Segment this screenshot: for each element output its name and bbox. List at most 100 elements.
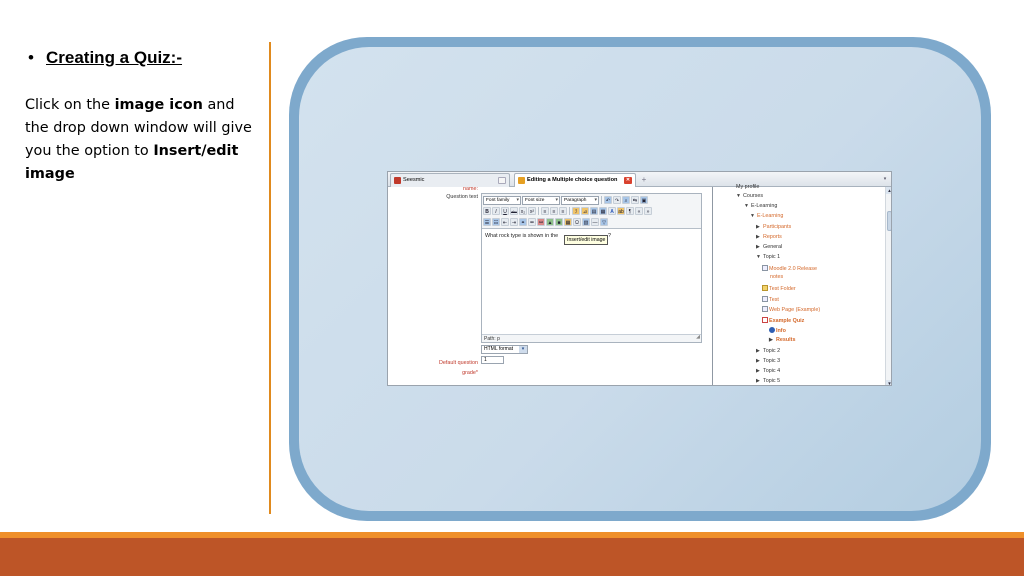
expanded-arrow-icon: ▼ — [736, 193, 741, 199]
blockquote-button[interactable]: » — [644, 207, 652, 215]
tree-item-info[interactable]: Info — [769, 327, 786, 334]
default-grade-input[interactable]: 1 — [481, 356, 504, 364]
tab-label: Editing a Multiple choice question — [527, 177, 618, 183]
browser-screenshot: Seesmic Editing a Multiple choice questi… — [387, 171, 892, 386]
special-char-button[interactable]: Ω — [573, 218, 581, 226]
media-button[interactable]: ■ — [555, 218, 563, 226]
paragraph-select[interactable]: Paragraph — [561, 195, 599, 205]
text-color-button[interactable]: A — [608, 207, 616, 215]
scroll-down-icon[interactable]: ▼ — [886, 380, 891, 385]
tree-item-e-learning[interactable]: ▼ E-Learning — [744, 203, 777, 209]
vertical-divider — [269, 42, 271, 514]
tree-item-example-quiz[interactable]: Example Quiz — [762, 317, 804, 324]
question-form: name: Question text Font family Font siz… — [388, 186, 713, 385]
underline-button[interactable]: U — [501, 207, 509, 215]
italic-button[interactable]: I — [492, 207, 500, 215]
slide-body-text: Click on the image icon and the drop dow… — [25, 94, 255, 186]
tree-item-results[interactable]: ▶ Results — [769, 337, 795, 343]
find-button[interactable]: ⌕ — [622, 196, 630, 204]
toolbar-separator — [569, 207, 570, 215]
font-family-select[interactable]: Font family — [483, 195, 521, 205]
align-center-button[interactable]: ≡ — [550, 207, 558, 215]
collapsed-arrow-icon: ▶ — [756, 368, 760, 374]
indent-button[interactable]: ⇥ — [510, 218, 518, 226]
tree-item-general[interactable]: ▶ General — [756, 244, 782, 250]
tree-item-participants[interactable]: ▶ Participants — [756, 224, 791, 230]
spellcheck-button[interactable]: ▧ — [582, 218, 590, 226]
tree-item-topic-5[interactable]: ▶ Topic 5 — [756, 378, 780, 384]
tree-item-topic-4[interactable]: ▶ Topic 4 — [756, 368, 780, 374]
close-icon[interactable]: ✕ — [624, 177, 632, 184]
tree-item-release-notes-cont[interactable]: notes — [770, 274, 783, 280]
scroll-up-icon[interactable]: ▲ — [886, 187, 891, 194]
slide-heading: Creating a Quiz:- — [46, 48, 183, 67]
footer-bar — [0, 538, 1024, 576]
font-size-select[interactable]: Font size — [522, 195, 560, 205]
quiz-icon — [762, 317, 768, 323]
name-label: name: — [463, 186, 478, 192]
ltr-button[interactable]: ¶ — [626, 207, 634, 215]
tree-label: Moodle 2.0 Release — [769, 266, 817, 272]
anchor-button[interactable]: ⚯ — [537, 218, 545, 226]
table-button[interactable]: ▦ — [564, 218, 572, 226]
navigation-tree: My profile ▼ Courses ▼ E-Learning ▼ E-Learn… — [714, 184, 891, 385]
new-tab-button[interactable]: + — [638, 174, 650, 186]
numbered-list-button[interactable]: ☷ — [492, 218, 500, 226]
select-all-button[interactable]: ▦ — [599, 207, 607, 215]
tree-label: Test — [769, 297, 779, 303]
clean-format-button[interactable]: ℐ — [572, 207, 580, 215]
tab-minimize-icon[interactable] — [498, 177, 506, 184]
tree-item-topic-1[interactable]: ▼ Topic 1 — [756, 254, 780, 260]
align-left-button[interactable]: ≡ — [541, 207, 549, 215]
rtl-button[interactable]: « — [635, 207, 643, 215]
more-options-button[interactable]: ▽ — [600, 218, 608, 226]
tree-label: Test Folder — [769, 286, 796, 292]
tree-item-my-profile[interactable]: My profile — [736, 184, 759, 190]
paste-text-button[interactable]: ⊿ — [581, 207, 589, 215]
align-right-button[interactable]: ≡ — [559, 207, 567, 215]
tree-label: Info — [776, 328, 786, 334]
subscript-button[interactable]: x₂ — [519, 207, 527, 215]
tree-label: Results — [776, 337, 796, 343]
collapsed-arrow-icon: ▶ — [756, 348, 760, 354]
tab-seesmic[interactable]: Seesmic — [390, 173, 510, 187]
bullet-list-button[interactable]: ☰ — [483, 218, 491, 226]
tree-item-reports[interactable]: ▶ Reports — [756, 234, 782, 240]
editor-content-area[interactable]: What rock type is shown in the Insert/ed… — [482, 228, 701, 334]
tree-item-topic-2[interactable]: ▶ Topic 2 — [756, 348, 780, 354]
redo-button[interactable]: ↷ — [613, 196, 621, 204]
fullscreen-button[interactable]: ▣ — [640, 196, 648, 204]
tree-label: Example Quiz — [769, 318, 805, 324]
tree-item-topic-3[interactable]: ▶ Topic 3 — [756, 358, 780, 364]
tree-item-release-notes[interactable]: Moodle 2.0 Release — [762, 265, 817, 272]
paste-word-button[interactable]: ▤ — [590, 207, 598, 215]
bold-button[interactable]: B — [483, 207, 491, 215]
tree-item-test[interactable]: Test — [762, 296, 779, 303]
strikethrough-button[interactable]: abc — [510, 207, 518, 215]
tree-scrollbar[interactable]: ▲ ▼ — [885, 187, 891, 385]
undo-button[interactable]: ↶ — [604, 196, 612, 204]
tree-item-e-learning-course[interactable]: ▼ E-Learning — [750, 213, 783, 219]
tree-label: Participants — [763, 224, 792, 230]
tab-editing-question[interactable]: Editing a Multiple choice question ✕ — [514, 173, 636, 187]
tree-label: Reports — [763, 234, 782, 240]
image-icon[interactable]: ▲ — [546, 218, 554, 226]
tree-label: Web Page (Example) — [769, 307, 821, 313]
horizontal-rule-button[interactable]: — — [591, 218, 599, 226]
tree-item-test-folder[interactable]: Test Folder — [762, 285, 796, 292]
insert-link-button[interactable]: ⚭ — [519, 218, 527, 226]
tree-item-courses[interactable]: ▼ Courses — [736, 193, 763, 199]
insert-edit-image-tooltip: Insert/edit image — [564, 235, 609, 245]
unlink-button[interactable]: ⚮ — [528, 218, 536, 226]
replace-button[interactable]: ⇆ — [631, 196, 639, 204]
outdent-button[interactable]: ⇤ — [501, 218, 509, 226]
superscript-button[interactable]: x² — [528, 207, 536, 215]
resize-grip-icon[interactable]: ◢ — [696, 333, 700, 341]
background-color-button[interactable]: ab — [617, 207, 625, 215]
tree-item-web-page[interactable]: Web Page (Example) — [762, 306, 820, 313]
tab-list-arrow-icon[interactable]: ▾ — [881, 175, 889, 184]
scroll-thumb[interactable] — [887, 211, 891, 231]
chevron-down-icon[interactable]: ▾ — [519, 346, 527, 353]
toolbar-separator — [538, 207, 539, 215]
format-select[interactable]: HTML format ▾ — [481, 345, 528, 354]
